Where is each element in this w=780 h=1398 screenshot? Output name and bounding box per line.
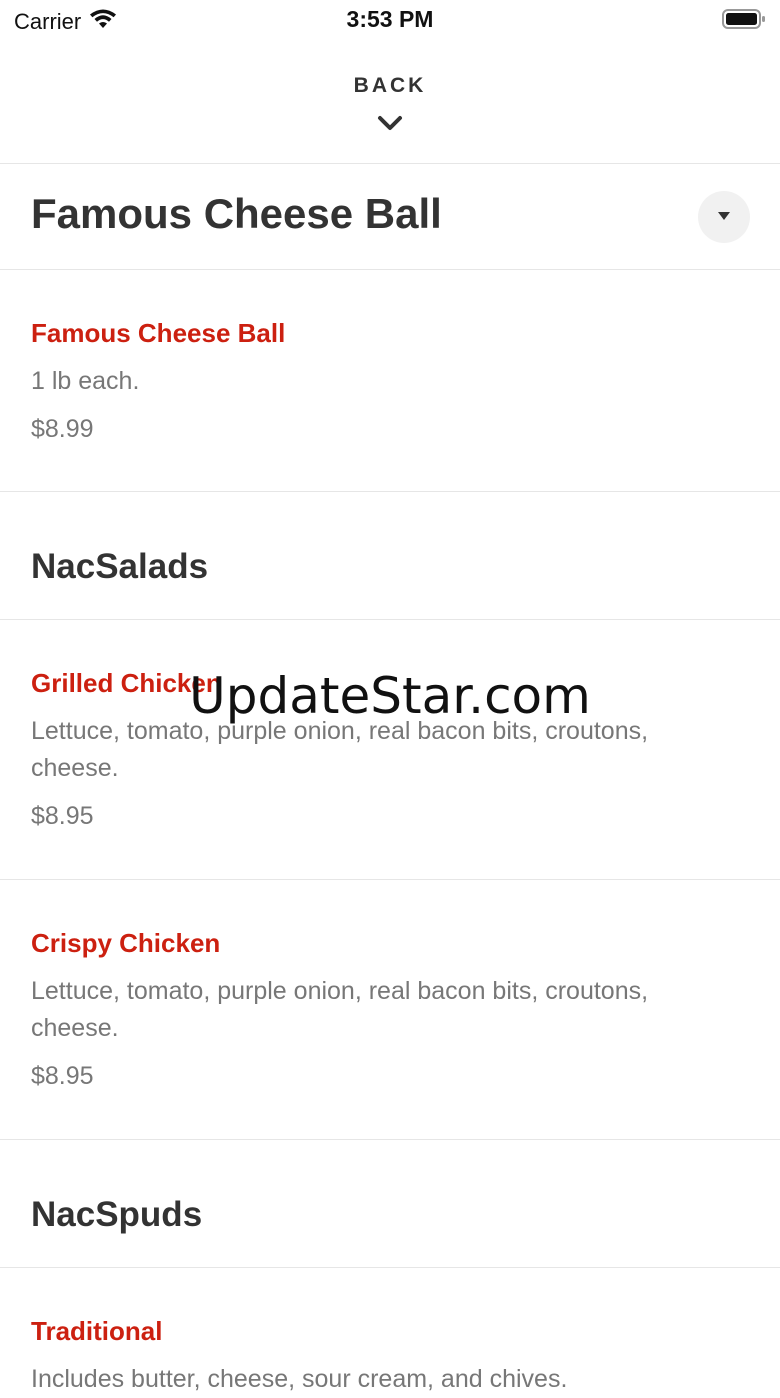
menu-item[interactable]: Famous Cheese Ball 1 lb each. $8.99 [0, 270, 780, 492]
back-button[interactable]: BACK [0, 40, 780, 164]
caret-down-icon [717, 208, 731, 226]
category-dropdown-button[interactable] [698, 191, 750, 243]
status-time: 3:53 PM [346, 6, 434, 32]
item-price: $8.99 [31, 415, 94, 443]
item-description: Lettuce, tomato, purple onion, real baco… [31, 977, 649, 1042]
item-name: Famous Cheese Ball [31, 318, 286, 348]
section-title: NacSpuds [31, 1195, 203, 1234]
back-label: BACK [353, 74, 427, 97]
item-name: Traditional [31, 1316, 163, 1346]
item-description: Includes butter, cheese, sour cream, and… [31, 1365, 568, 1393]
menu-item[interactable]: Crispy Chicken Lettuce, tomato, purple o… [0, 880, 780, 1140]
item-price: $8.95 [31, 1062, 94, 1090]
category-header: Famous Cheese Ball [0, 164, 780, 270]
battery-icon [722, 8, 766, 35]
category-title: Famous Cheese Ball [31, 190, 442, 237]
menu-item[interactable]: Grilled Chicken Lettuce, tomato, purple … [0, 620, 780, 880]
item-description: Lettuce, tomato, purple onion, real baco… [31, 717, 649, 782]
menu-item[interactable]: Traditional Includes butter, cheese, sou… [0, 1268, 780, 1393]
section-title: NacSalads [31, 547, 209, 586]
status-bar: Carrier 3:53 PM [0, 0, 780, 40]
item-name: Grilled Chicken [31, 668, 222, 698]
chevron-down-icon [377, 115, 403, 138]
item-description: 1 lb each. [31, 367, 140, 395]
section-header: NacSalads [0, 492, 780, 620]
item-name: Crispy Chicken [31, 928, 221, 958]
section-header: NacSpuds [0, 1140, 780, 1268]
item-price: $8.95 [31, 802, 94, 830]
